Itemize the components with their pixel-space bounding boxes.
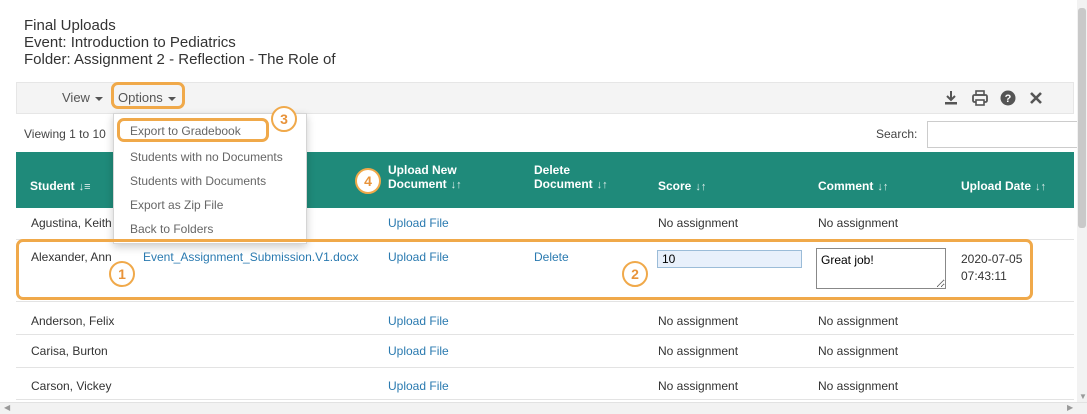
comment-value: No assignment (818, 344, 899, 358)
options-menu-label: Options (118, 90, 163, 105)
vertical-scrollbar-thumb[interactable] (1078, 8, 1086, 228)
event-name: Event: Introduction to Pediatrics (24, 34, 236, 51)
download-icon[interactable] (942, 89, 960, 107)
score-input[interactable] (657, 250, 802, 268)
callout-number: 2 (622, 261, 648, 287)
score-value: No assignment (658, 216, 739, 230)
column-header-upload-date[interactable]: Upload Date ↓↑ (961, 179, 1046, 194)
table-row (16, 302, 1074, 335)
score-value: No assignment (658, 344, 739, 358)
viewing-status: Viewing 1 to 10 (24, 127, 106, 141)
student-name: Anderson, Felix (31, 314, 115, 328)
upload-file-link[interactable]: Upload File (388, 379, 449, 393)
options-menu-button[interactable]: Options (118, 83, 176, 113)
toolbar: View Options ? (16, 82, 1074, 114)
upload-file-link[interactable]: Upload File (388, 344, 449, 358)
chevron-down-icon (167, 96, 176, 101)
page-header: Final Uploads Event: Introduction to Ped… (24, 17, 336, 68)
document-link[interactable]: Event_Assignment_Submission.V1.docx (143, 250, 358, 264)
view-menu-button[interactable]: View (62, 83, 103, 113)
upload-date: 2020-07-05 (961, 252, 1023, 266)
column-score-label: Score (658, 179, 692, 193)
column-upload-new-label-2: Document (388, 177, 447, 191)
search-label: Search: (876, 127, 918, 141)
sort-icon: ↓↑ (877, 181, 889, 193)
student-name: Carisa, Burton (31, 344, 108, 358)
table-row (16, 335, 1074, 368)
menu-item-students-with-documents[interactable]: Students with Documents (130, 174, 266, 188)
student-name: Carson, Vickey (31, 379, 112, 393)
page-title: Final Uploads (24, 17, 116, 34)
svg-text:?: ? (1005, 93, 1012, 105)
callout-number: 1 (109, 261, 135, 287)
column-header-upload-new[interactable]: Upload New Document ↓↑ (388, 163, 462, 192)
upload-time: 07:43:11 (961, 269, 1007, 283)
delete-document-link[interactable]: Delete (534, 250, 569, 264)
folder-name: Folder: Assignment 2 - Reflection - The … (24, 51, 336, 68)
callout-number: 4 (355, 168, 381, 194)
scroll-right-icon[interactable]: ▶ (1067, 403, 1073, 412)
student-name: Alexander, Ann (31, 250, 112, 264)
upload-file-link[interactable]: Upload File (388, 314, 449, 328)
upload-file-link[interactable]: Upload File (388, 250, 449, 264)
menu-item-students-no-documents[interactable]: Students with no Documents (130, 150, 283, 164)
comment-value: No assignment (818, 379, 899, 393)
menu-item-export-gradebook[interactable]: Export to Gradebook (130, 124, 241, 138)
sort-icon: ↓↑ (450, 179, 462, 191)
view-menu-label: View (62, 90, 90, 105)
score-value: No assignment (658, 379, 739, 393)
menu-item-back-to-folders[interactable]: Back to Folders (130, 222, 213, 236)
close-icon[interactable] (1027, 89, 1045, 107)
scroll-left-icon[interactable]: ◀ (4, 403, 10, 412)
help-icon[interactable]: ? (999, 89, 1017, 107)
sort-asc-icon: ↓≡ (78, 181, 91, 193)
table-row (16, 368, 1074, 400)
chevron-down-icon (94, 96, 103, 101)
comment-textarea[interactable]: Great job! (816, 248, 946, 289)
sort-icon: ↓↑ (596, 179, 608, 191)
upload-file-link[interactable]: Upload File (388, 216, 449, 230)
student-name: Agustina, Keith (31, 216, 112, 230)
score-value: No assignment (658, 314, 739, 328)
column-upload-date-label: Upload Date (961, 179, 1032, 193)
options-dropdown-menu: Export to Gradebook Students with no Doc… (113, 113, 307, 244)
column-comment-label: Comment (818, 179, 874, 193)
print-icon[interactable] (971, 89, 989, 107)
menu-item-export-zip[interactable]: Export as Zip File (130, 198, 223, 212)
column-student-label: Student (30, 179, 75, 193)
search-input[interactable] (927, 121, 1084, 148)
sort-icon: ↓↑ (1035, 181, 1047, 193)
column-delete-label: Delete (534, 163, 571, 177)
column-delete-label-2: Document (534, 177, 593, 191)
comment-value: No assignment (818, 216, 899, 230)
column-header-score[interactable]: Score ↓↑ (658, 179, 706, 194)
scroll-down-icon[interactable]: ▼ (1079, 392, 1087, 401)
callout-number: 3 (271, 106, 297, 132)
column-header-student[interactable]: Student ↓≡ (30, 179, 91, 194)
comment-value: No assignment (818, 314, 899, 328)
column-header-delete[interactable]: Delete Document ↓↑ (534, 163, 608, 192)
column-upload-new-label: Upload New (388, 163, 457, 177)
column-header-comment[interactable]: Comment ↓↑ (818, 179, 888, 194)
horizontal-scrollbar[interactable] (0, 402, 1087, 414)
sort-icon: ↓↑ (695, 181, 707, 193)
